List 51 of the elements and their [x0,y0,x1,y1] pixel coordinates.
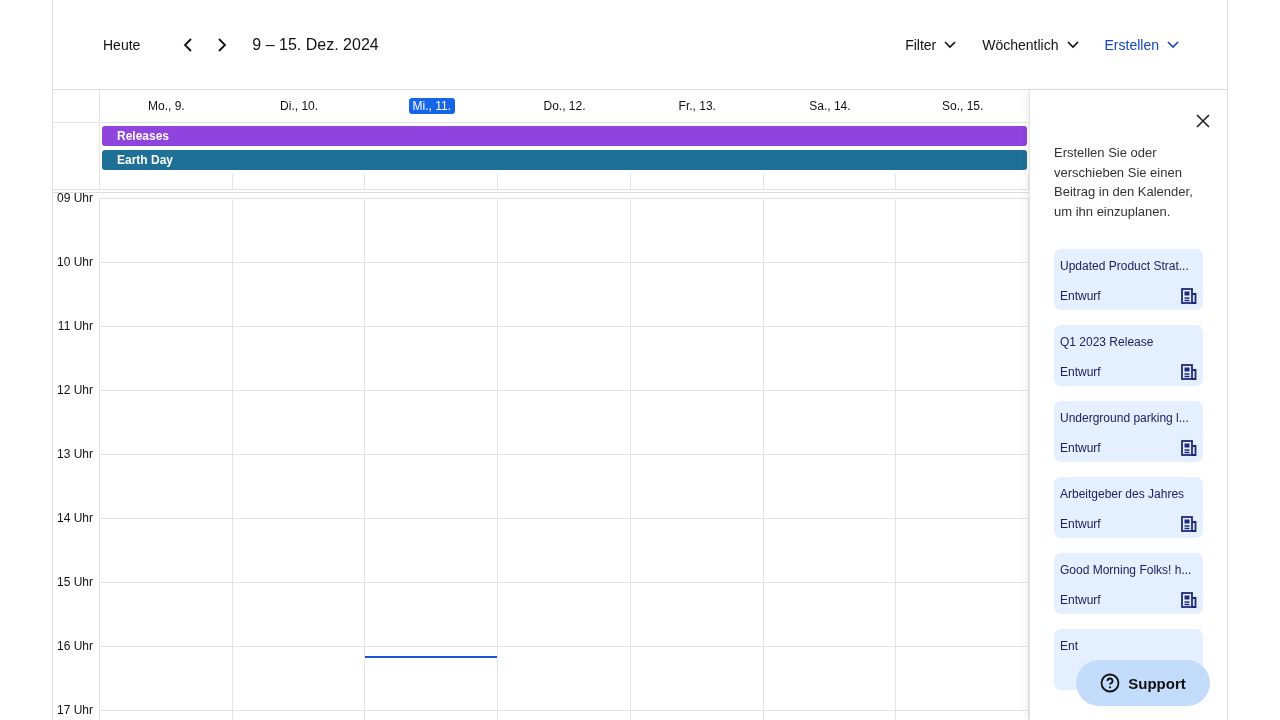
draft-card[interactable]: Arbeitgeber des Jahres Entwurf [1054,477,1203,538]
chevron-down-icon [944,40,957,49]
article-icon [1181,592,1197,608]
help-icon [1100,673,1121,693]
hour-label: 15 Uhr [56,575,93,589]
article-icon [1181,516,1197,532]
article-icon [1181,364,1197,380]
all-day-event[interactable]: Releases [102,126,1027,146]
dropdown-button[interactable]: Wöchentlich [982,36,1079,53]
draft-title: Updated Product Strat... [1060,259,1190,273]
day-header[interactable]: Mi., 11. [408,98,456,114]
draft-status: Entwurf [1060,517,1101,531]
hour-label: 09 Uhr [56,193,93,205]
hour-label: 11 Uhr [57,319,93,333]
draft-card[interactable]: Underground parking l... Entwurf [1054,401,1203,462]
day-header[interactable]: So., 15. [938,98,988,114]
draft-status: Ent [1060,639,1078,653]
hour-label: 10 Uhr [56,255,93,269]
draft-title: Arbeitgeber des Jahres [1060,487,1186,501]
article-icon [1181,288,1197,304]
day-header[interactable]: Fr., 13. [674,98,720,114]
day-header[interactable]: Sa., 14. [805,98,855,114]
hour-label: 14 Uhr [56,511,93,525]
draft-status: Entwurf [1060,441,1101,455]
support-button[interactable]: Support [1076,660,1210,706]
hour-label: 13 Uhr [56,447,93,461]
draft-status: Entwurf [1060,365,1101,379]
day-header[interactable]: Di., 10. [276,98,323,114]
panel-hint: Erstellen Sie oder verschieben Sie einen Beitrag in den Kalender, um ihn einzuplanen. [1054,144,1194,221]
draft-status: Entwurf [1060,593,1101,607]
draft-status: Entwurf [1060,289,1101,303]
article-icon [1181,440,1197,456]
close-icon[interactable] [1195,114,1211,130]
dropdown-button[interactable]: Erstellen [1104,36,1179,53]
draft-title: Underground parking l... [1060,411,1190,425]
hour-label: 12 Uhr [56,383,93,397]
hour-label: 17 Uhr [56,703,93,717]
today-button[interactable]: Heute [103,36,141,53]
date-range: 9 – 15. Dez. 2024 [252,35,379,54]
draft-card[interactable]: Q1 2023 Release Entwurf [1054,325,1203,386]
chevron-down-icon [1066,40,1079,49]
draft-card[interactable]: Good Morning Folks! h... Entwurf [1054,553,1203,614]
all-day-event[interactable]: Earth Day [102,150,1027,170]
day-header[interactable]: Do., 12. [539,98,590,114]
chevron-down-icon [1167,40,1179,49]
day-header[interactable]: Mo., 9. [144,98,189,114]
draft-card[interactable]: Updated Product Strat... Entwurf [1054,249,1203,310]
draft-title: Q1 2023 Release [1060,335,1155,349]
dropdown-button[interactable]: Filter [905,36,957,53]
hour-label: 16 Uhr [56,639,93,653]
draft-title: Good Morning Folks! h... [1060,563,1193,577]
